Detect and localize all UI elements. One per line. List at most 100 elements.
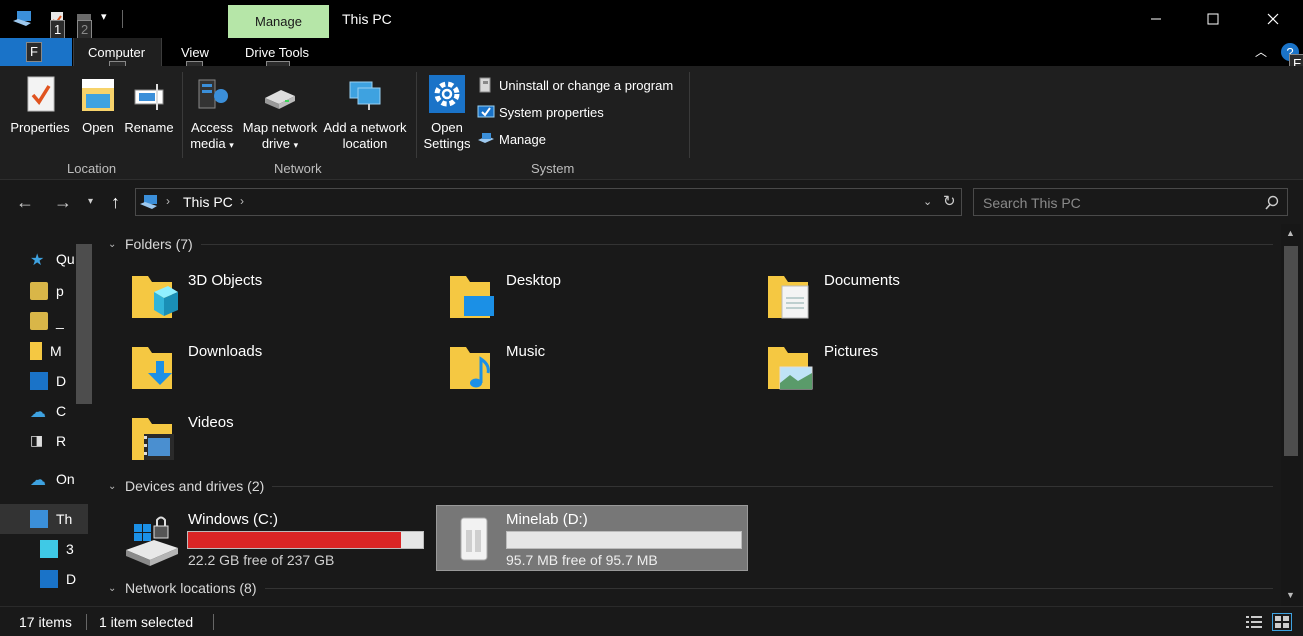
manage-button[interactable]: Manage: [477, 130, 546, 148]
folder-3d-objects[interactable]: 3D Objects: [100, 264, 400, 330]
system-properties-button[interactable]: System properties: [477, 103, 604, 121]
pictures-folder-icon: [768, 347, 813, 390]
close-button[interactable]: [1250, 6, 1296, 32]
nav-item-folder[interactable]: M: [30, 336, 62, 366]
system-properties-label: System properties: [499, 104, 604, 120]
refresh-icon[interactable]: ↻: [943, 192, 956, 210]
folder-downloads[interactable]: Downloads: [100, 335, 400, 401]
back-arrow-icon[interactable]: ←: [16, 192, 34, 213]
map-network-drive-label-1: Map network: [242, 120, 318, 135]
open-button[interactable]: Open: [76, 66, 120, 136]
folder-documents[interactable]: Documents: [736, 264, 1036, 330]
search-box[interactable]: Search This PC: [973, 188, 1288, 216]
music-folder-icon: [450, 347, 490, 389]
navpane-scrollbar[interactable]: [76, 244, 92, 404]
maximize-icon: [1207, 13, 1219, 25]
minimize-button[interactable]: [1133, 6, 1179, 32]
folder-music[interactable]: Music: [418, 335, 718, 401]
rename-icon: [134, 84, 164, 110]
add-network-location-label-2: location: [342, 136, 388, 151]
collapse-ribbon-icon[interactable]: ︿: [1255, 43, 1267, 60]
nav-item-quick-access[interactable]: ★ Qu: [30, 244, 75, 274]
recent-locations-chevron-icon[interactable]: ▾: [88, 196, 93, 207]
access-media-button[interactable]: Access media ▾: [186, 66, 238, 153]
this-pc-icon: [30, 510, 48, 528]
nav-item-desktop-child[interactable]: D: [40, 564, 76, 594]
access-media-label-1: Access: [191, 120, 233, 135]
devices-section-header[interactable]: ⌄ Devices and drives (2): [108, 478, 1273, 494]
uninstall-program-button[interactable]: Uninstall or change a program: [477, 76, 673, 94]
scroll-down-icon[interactable]: ▼: [1286, 590, 1295, 600]
map-network-drive-icon: [265, 90, 295, 109]
folder-videos[interactable]: Videos: [100, 406, 400, 472]
ribbon-group-separator: [182, 72, 183, 158]
drive-c-name: Windows (C:): [188, 511, 279, 528]
search-icon[interactable]: [1264, 195, 1280, 211]
search-input[interactable]: Search This PC: [983, 195, 1081, 211]
forward-arrow-icon[interactable]: →: [54, 192, 72, 213]
maximize-button[interactable]: [1190, 6, 1236, 32]
rename-button[interactable]: Rename: [124, 66, 174, 136]
add-network-location-label-1: Add a network: [323, 120, 407, 135]
system-properties-icon: [477, 105, 495, 118]
synced-folder-icon: [30, 282, 48, 300]
group-location-label: Location: [67, 161, 117, 176]
folder-icon: [30, 342, 42, 360]
open-folder-icon: [82, 79, 114, 111]
nav-item-3d-objects[interactable]: 3: [40, 534, 74, 564]
breadcrumb-chevron-icon[interactable]: ›: [240, 194, 244, 208]
add-network-location-button[interactable]: Add a network location: [322, 66, 408, 152]
nav-item-folder[interactable]: p: [30, 276, 64, 306]
up-arrow-icon[interactable]: ↑: [111, 192, 120, 213]
desktop-icon: [40, 570, 58, 588]
nav-item-desktop[interactable]: D: [30, 366, 66, 396]
manage-label: Manage: [499, 131, 546, 147]
title-separator: [122, 10, 123, 28]
drive-minelab-d[interactable]: Minelab (D:) 95.7 MB free of 95.7 MB: [436, 505, 748, 571]
nav-item-this-pc[interactable]: Th: [30, 504, 72, 534]
this-pc-icon: [140, 195, 157, 209]
large-icons-view-icon[interactable]: [1272, 613, 1292, 631]
nav-item-recorder[interactable]: ◨ R: [30, 426, 66, 456]
details-view-icon[interactable]: [1245, 614, 1263, 630]
drive-d-usage-bar: [506, 531, 742, 549]
star-icon: ★: [30, 252, 45, 269]
section-divider: [264, 587, 1273, 589]
keytip-file: F: [26, 42, 42, 62]
open-label: Open: [82, 120, 114, 135]
properties-button[interactable]: Properties: [8, 66, 72, 136]
address-history-chevron-icon[interactable]: ⌄: [923, 195, 932, 208]
map-network-drive-label-2: drive ▾: [261, 136, 299, 151]
cube-icon: [40, 540, 58, 558]
tab-manage[interactable]: Manage: [228, 5, 329, 38]
this-pc-icon: [13, 11, 31, 26]
folder-desktop[interactable]: Desktop: [418, 264, 718, 330]
breadcrumb-this-pc[interactable]: This PC: [183, 194, 233, 210]
map-network-drive-button[interactable]: Map network drive ▾: [240, 66, 320, 153]
folders-section-header[interactable]: ⌄ Folders (7): [108, 236, 1273, 252]
scroll-up-icon[interactable]: ▲: [1286, 228, 1295, 238]
breadcrumb-chevron-icon: ›: [166, 194, 170, 208]
scrollbar-thumb[interactable]: [1284, 246, 1298, 456]
address-bar[interactable]: › This PC › ⌄ ↻: [135, 188, 962, 216]
3d-objects-folder-icon: [132, 276, 178, 318]
open-settings-button[interactable]: Open Settings: [420, 66, 474, 152]
keytip-1: 1: [50, 20, 66, 40]
keytip-2: 2: [77, 20, 93, 40]
item-count: 17 items: [19, 614, 72, 630]
drive-windows-c[interactable]: Windows (C:) 22.2 GB free of 237 GB: [100, 506, 430, 572]
chevron-down-icon: ⌄: [108, 480, 117, 492]
content-scrollbar[interactable]: ▲ ▼: [1281, 224, 1301, 606]
ribbon: Properties Open Rename Location Access m…: [0, 66, 1303, 180]
customize-quick-access-icon[interactable]: ▾: [101, 10, 107, 23]
network-locations-section-header[interactable]: ⌄ Network locations (8): [108, 580, 1273, 596]
nav-item-cloud[interactable]: ☁ C: [30, 396, 66, 426]
nav-item-folder[interactable]: _: [30, 306, 64, 336]
tab-file[interactable]: F: [0, 38, 72, 66]
desktop-folder-icon: [450, 276, 494, 318]
folder-pictures[interactable]: Pictures: [736, 335, 1036, 401]
drive-d-free-space: 95.7 MB free of 95.7 MB: [506, 552, 658, 568]
nav-item-onedrive[interactable]: ☁ On: [30, 464, 75, 494]
minimize-icon: [1151, 18, 1161, 20]
synced-folder-icon: [30, 312, 48, 330]
